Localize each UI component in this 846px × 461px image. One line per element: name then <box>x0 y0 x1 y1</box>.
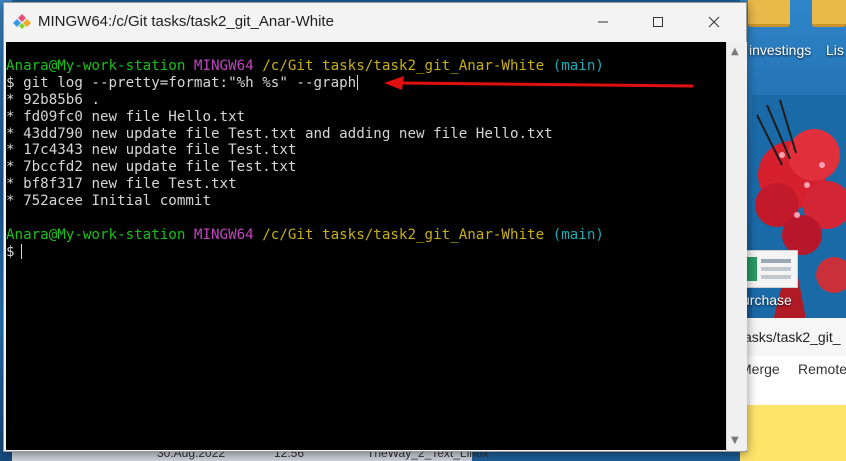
commit-hash: 752acee <box>23 193 83 210</box>
minimize-button[interactable] <box>580 3 626 41</box>
explorer-path: asks/task2_git_ <box>744 329 841 345</box>
graph-marker: * <box>6 142 15 159</box>
prompt-line: Anara@My-work-station MINGW64 /c/Git tas… <box>6 227 726 244</box>
input-line[interactable]: $ <box>6 243 726 261</box>
folder-icon[interactable] <box>812 0 846 27</box>
close-button[interactable] <box>691 3 737 41</box>
git-log-output: * 92b85b6 . * fd09fc0 new file Hello.txt *… <box>6 92 726 210</box>
scroll-up-icon[interactable]: ▲ <box>731 46 739 57</box>
explorer-toolbar: Merge Remote <box>740 356 846 384</box>
graph-marker: * <box>6 91 15 108</box>
minimize-icon <box>598 21 608 23</box>
prompt-shell: MINGW64 <box>193 58 254 74</box>
log-entry: * 752acee Initial commit <box>6 193 726 210</box>
desktop-label-list[interactable]: Lis <box>826 42 844 58</box>
prompt-user: Anara@My-work-station <box>6 226 186 243</box>
prompt-branch: (main) <box>552 58 604 74</box>
log-entry: * 17c4343 new update file Test.txt <box>6 142 726 159</box>
explorer-highlight-panel <box>740 405 846 461</box>
command-line: $ git log --pretty=format:"%h %s" --grap… <box>6 74 726 92</box>
log-entry: * 43dd790 new update file Test.txt and a… <box>6 126 726 143</box>
desktop-label-purchase[interactable]: urchase <box>742 292 792 308</box>
log-entry: * bf8f317 new file Test.txt <box>6 176 726 193</box>
graph-marker: * <box>6 108 15 125</box>
graph-marker: * <box>6 176 15 193</box>
git-bash-icon <box>13 14 31 29</box>
commit-hash: fd09fc0 <box>23 108 83 125</box>
commit-hash: 92b85b6 <box>23 91 83 108</box>
terminal-output[interactable]: Anara@My-work-station MINGW64 /c/Git tas… <box>6 42 726 450</box>
coral-wallpaper-image <box>752 95 846 325</box>
maximize-icon <box>653 17 663 27</box>
explorer-remote-button[interactable]: Remote <box>798 361 846 377</box>
maximize-button[interactable] <box>635 3 681 41</box>
prompt-path: /c/Git tasks/task2_git_Anar-White <box>262 58 545 74</box>
commit-hash: 43dd790 <box>23 125 83 142</box>
prompt-path: /c/Git tasks/task2_git_Anar-White <box>262 226 545 243</box>
commit-hash: 17c4343 <box>23 142 83 159</box>
input-cursor <box>20 243 22 259</box>
commit-message: new update file Test.txt and adding new … <box>91 125 553 142</box>
commit-message: new update file Test.txt <box>91 159 297 176</box>
vertical-scrollbar[interactable]: ▲ ▼ <box>726 42 747 450</box>
explorer-address-bar[interactable]: asks/task2_git_ <box>740 318 846 357</box>
log-entry: * 7bccfd2 new update file Test.txt <box>6 159 726 176</box>
commit-message: . <box>91 91 100 108</box>
commit-hash: 7bccfd2 <box>23 159 83 176</box>
graph-marker: * <box>6 193 15 210</box>
close-icon <box>708 16 720 28</box>
commit-hash: bf8f317 <box>23 176 83 193</box>
commit-message: new update file Test.txt <box>91 142 297 159</box>
prompt-shell: MINGW64 <box>193 226 254 243</box>
desktop-label-investings[interactable]: investings <box>749 42 811 58</box>
title-bar[interactable]: MINGW64:/c/Git tasks/task2_git_Anar-Whit… <box>4 3 746 41</box>
window-title: MINGW64:/c/Git tasks/task2_git_Anar-Whit… <box>38 13 334 30</box>
prompt-user: Anara@My-work-station <box>6 58 186 74</box>
input-prompt: $ <box>6 243 15 260</box>
explorer-row[interactable] <box>740 384 846 406</box>
graph-marker: * <box>6 125 15 142</box>
graph-marker: * <box>6 159 15 176</box>
prompt-line: Anara@My-work-station MINGW64 /c/Git tas… <box>6 58 726 75</box>
folder-icon[interactable] <box>748 0 790 27</box>
prompt-branch: (main) <box>552 226 604 243</box>
scroll-down-icon[interactable]: ▼ <box>731 435 739 446</box>
purchase-file-thumbnail[interactable] <box>742 250 798 288</box>
text-cursor <box>357 74 359 90</box>
commit-message: new file Hello.txt <box>91 108 246 125</box>
terminal-window: MINGW64:/c/Git tasks/task2_git_Anar-Whit… <box>3 2 747 452</box>
log-entry: * fd09fc0 new file Hello.txt <box>6 109 726 126</box>
commit-message: Initial commit <box>91 193 212 210</box>
command-text: $ git log --pretty=format:"%h %s" --grap… <box>6 74 357 91</box>
commit-message: new file Test.txt <box>91 176 237 193</box>
log-entry: * 92b85b6 . <box>6 92 726 109</box>
